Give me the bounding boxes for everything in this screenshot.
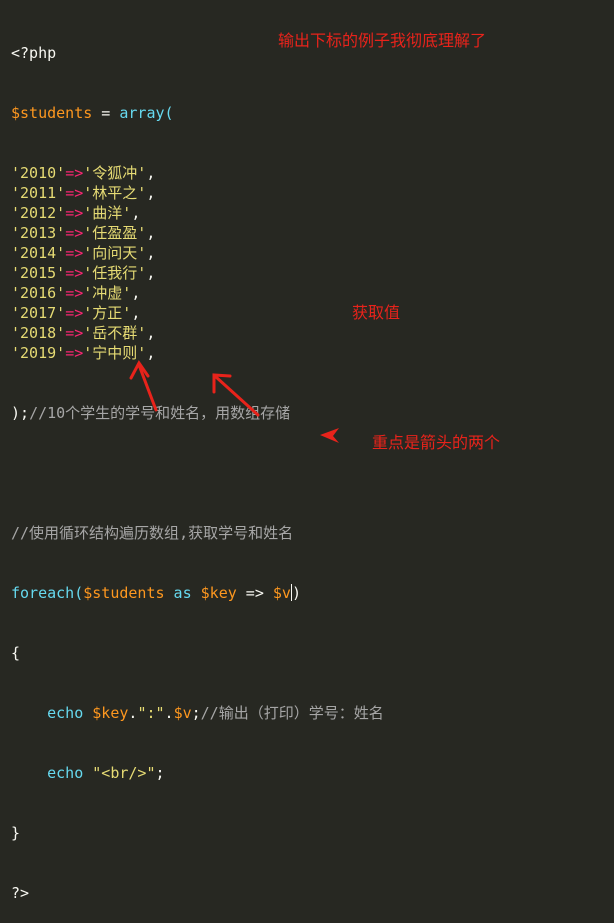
annotation-arrows <box>129 360 339 443</box>
code-line-18: echo $key.":".$v;//输出（打印）学号：姓名 <box>11 703 384 723</box>
echo-comment: //输出（打印）学号：姓名 <box>200 704 384 722</box>
red-arrow-2-icon <box>214 375 260 417</box>
echo-keyword: echo <box>47 704 93 722</box>
separator-string: ":" <box>137 704 165 722</box>
code-line-15: //使用循环结构遍历数组,获取学号和姓名 <box>11 523 384 543</box>
key-variable: $key <box>200 584 237 602</box>
brace-open: { <box>11 644 21 662</box>
php-close-tag: ?> <box>11 884 30 902</box>
echo-semicolon: ; <box>191 704 201 722</box>
echo-key-variable: $key <box>92 704 129 722</box>
loop-comment: //使用循环结构遍历数组,获取学号和姓名 <box>11 524 294 542</box>
echo-semicolon-2: ; <box>155 764 165 782</box>
code-line-17: { <box>11 643 384 663</box>
code-line-16: foreach($students as $key => $v) <box>11 583 384 603</box>
concat-dot-2: . <box>164 704 174 722</box>
br-string: "<br/>" <box>92 764 156 782</box>
concat-dot-1: . <box>128 704 138 722</box>
double-arrow-operator: => <box>236 584 273 602</box>
echo-value-variable: $v <box>173 704 192 722</box>
brace-close: } <box>11 824 21 842</box>
echo-keyword-2: echo <box>47 764 93 782</box>
as-keyword: as <box>164 584 201 602</box>
value-variable: $v <box>272 584 291 602</box>
red-pointer-icon <box>320 428 339 443</box>
code-line-21: ?> <box>11 883 384 903</box>
foreach-close-paren: ) <box>291 584 301 602</box>
foreach-keyword: foreach( <box>11 584 84 602</box>
code-line-20: } <box>11 823 384 843</box>
code-line-19: echo "<br/>"; <box>11 763 384 783</box>
foreach-students-variable: $students <box>83 584 165 602</box>
red-arrow-1-icon <box>137 363 158 412</box>
